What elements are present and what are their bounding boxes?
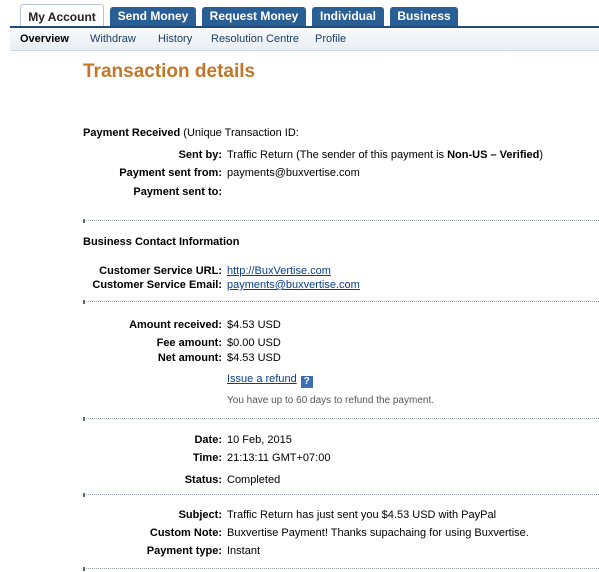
subject-value: Traffic Return has just sent you $4.53 U…: [227, 509, 497, 521]
payment-received-line: Payment Received (Unique Transaction ID:: [83, 127, 299, 139]
divider: [83, 493, 599, 497]
sent-by-label: Sent by:: [178, 149, 222, 161]
help-icon[interactable]: ?: [300, 376, 313, 388]
sent-by-close: ): [539, 149, 544, 161]
sent-from-value: payments@buxvertise.com: [227, 167, 360, 179]
transaction-id-label: (Unique Transaction ID:: [183, 127, 299, 139]
issue-refund-link[interactable]: Issue a refund: [227, 373, 297, 385]
refund-note: You have up to 60 days to refund the pay…: [227, 395, 435, 406]
time-label: Time:: [192, 452, 222, 464]
customer-service-url-label: Customer Service URL:: [99, 265, 222, 277]
sent-from-label: Payment sent from:: [119, 167, 222, 179]
divider: [83, 417, 599, 421]
status-label: Status:: [184, 474, 222, 486]
tab-send-money[interactable]: Send Money: [110, 7, 196, 26]
divider: [83, 300, 599, 304]
custom-note-value: Buxvertise Payment! Thanks supachaing fo…: [227, 527, 529, 539]
sent-to-label: Payment sent to:: [133, 186, 222, 198]
sub-navigation: Overview Withdraw History Resolution Cen…: [10, 29, 599, 51]
business-contact-heading: Business Contact Information: [83, 236, 240, 248]
net-amount-label: Net amount:: [157, 352, 222, 364]
fee-amount-label: Fee amount:: [156, 337, 222, 349]
payment-type-label: Payment type:: [146, 545, 222, 557]
customer-service-email-link[interactable]: payments@buxvertise.com: [227, 279, 360, 291]
tab-request-money[interactable]: Request Money: [202, 7, 306, 26]
subnav-overview[interactable]: Overview: [20, 33, 69, 45]
main-tab-bar: My Account Send Money Request Money Indi…: [0, 0, 599, 28]
customer-service-url-link[interactable]: http://BuxVertise.com: [227, 265, 331, 277]
amount-received-value: $4.53 USD: [227, 319, 281, 331]
sent-by-value: Traffic Return (The sender of this payme…: [227, 149, 543, 161]
time-value: 21:13:11 GMT+07:00: [227, 452, 331, 464]
tab-underline: [10, 26, 599, 28]
subnav-history[interactable]: History: [158, 33, 192, 45]
sender-status: Non-US – Verified: [447, 149, 540, 161]
subnav-resolution-centre[interactable]: Resolution Centre: [211, 33, 299, 45]
tab-business[interactable]: Business: [390, 7, 458, 26]
tab-individual[interactable]: Individual: [312, 7, 384, 26]
date-value: 10 Feb, 2015: [227, 434, 292, 446]
tab-my-account[interactable]: My Account: [20, 4, 104, 28]
payment-type-value: Instant: [227, 545, 261, 557]
subnav-profile[interactable]: Profile: [315, 33, 346, 45]
page-title: Transaction details: [83, 61, 256, 82]
customer-service-email-label: Customer Service Email:: [92, 279, 222, 291]
refund-row: Issue a refund?: [227, 373, 313, 388]
fee-amount-value: $0.00 USD: [227, 337, 281, 349]
payment-received-label: Payment Received: [83, 127, 181, 139]
subject-label: Subject:: [178, 509, 222, 521]
divider: [83, 567, 599, 571]
amount-received-label: Amount received:: [129, 319, 222, 331]
net-amount-value: $4.53 USD: [227, 352, 281, 364]
subnav-withdraw[interactable]: Withdraw: [90, 33, 136, 45]
date-label: Date:: [194, 434, 222, 446]
sent-by-text: Traffic Return (The sender of this payme…: [227, 149, 448, 161]
custom-note-label: Custom Note:: [149, 527, 222, 539]
divider: [83, 219, 599, 223]
status-value: Completed: [227, 474, 281, 486]
